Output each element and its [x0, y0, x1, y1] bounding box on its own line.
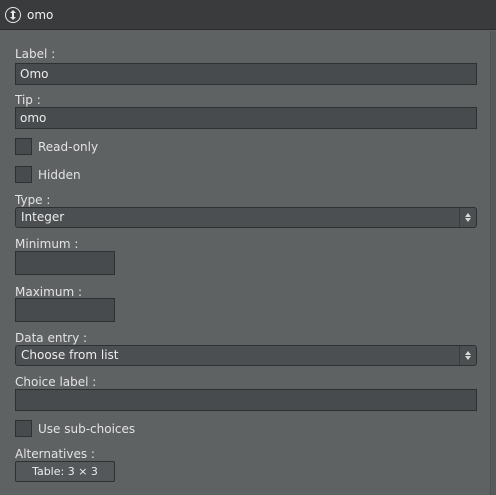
minimum-input[interactable] [15, 251, 115, 275]
read-only-label: Read-only [38, 139, 99, 154]
data-entry-selected-value: Choose from list [21, 348, 119, 362]
data-entry-caption: Data entry : [15, 331, 88, 345]
type-selected-value: Integer [21, 210, 65, 224]
hidden-checkbox[interactable] [15, 166, 32, 183]
use-sub-choices-checkbox[interactable] [15, 420, 32, 437]
hidden-row[interactable]: Hidden [15, 166, 81, 183]
title-bar: omo [0, 0, 496, 30]
label-caption: Label : [15, 47, 56, 61]
label-input[interactable]: Omo [15, 63, 477, 85]
maximum-caption: Maximum : [15, 285, 82, 299]
choice-label-caption: Choice label : [15, 375, 97, 389]
data-entry-select[interactable]: Choose from list [15, 345, 477, 366]
tip-input[interactable]: omo [15, 107, 477, 129]
choice-label-input[interactable] [15, 389, 477, 411]
use-sub-choices-row[interactable]: Use sub-choices [15, 420, 135, 437]
type-caption: Type : [15, 193, 51, 207]
select-arrows-icon [459, 346, 476, 365]
alternatives-caption: Alternatives : [15, 447, 95, 461]
vertical-scrollbar[interactable] [490, 31, 496, 495]
type-select[interactable]: Integer [15, 207, 477, 228]
read-only-row[interactable]: Read-only [15, 138, 98, 155]
alternatives-table-button[interactable]: Table: 3 × 3 [15, 461, 115, 482]
tip-caption: Tip : [15, 93, 41, 107]
read-only-checkbox[interactable] [15, 138, 32, 155]
hidden-label: Hidden [38, 167, 81, 182]
minimum-caption: Minimum : [15, 237, 79, 251]
up-down-arrow-circle-icon[interactable] [5, 6, 21, 23]
select-arrows-icon [459, 208, 476, 227]
use-sub-choices-label: Use sub-choices [38, 421, 136, 436]
window-title: omo [27, 7, 54, 22]
maximum-input[interactable] [15, 298, 115, 322]
